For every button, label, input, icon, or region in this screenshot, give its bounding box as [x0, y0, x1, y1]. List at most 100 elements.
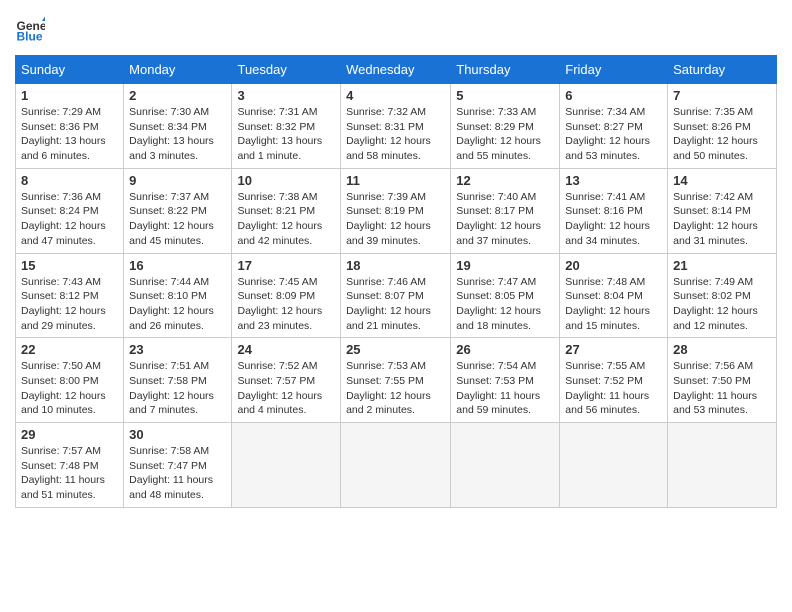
- calendar-week-1: 1 Sunrise: 7:29 AMSunset: 8:36 PMDaylight…: [16, 84, 777, 169]
- day-cell-9: 9 Sunrise: 7:37 AMSunset: 8:22 PMDaylight…: [124, 168, 232, 253]
- logo-icon: General Blue: [15, 15, 45, 45]
- day-info: Sunrise: 7:58 AMSunset: 7:47 PMDaylight:…: [129, 444, 226, 503]
- empty-cell: [232, 423, 341, 508]
- day-info: Sunrise: 7:48 AMSunset: 8:04 PMDaylight:…: [565, 275, 662, 334]
- logo: General Blue: [15, 15, 49, 45]
- day-number: 26: [456, 342, 554, 357]
- day-info: Sunrise: 7:49 AMSunset: 8:02 PMDaylight:…: [673, 275, 771, 334]
- day-info: Sunrise: 7:47 AMSunset: 8:05 PMDaylight:…: [456, 275, 554, 334]
- day-info: Sunrise: 7:46 AMSunset: 8:07 PMDaylight:…: [346, 275, 445, 334]
- day-number: 29: [21, 427, 118, 442]
- page: General Blue Sunday Monday Tuesday Wedne…: [0, 0, 792, 612]
- day-info: Sunrise: 7:34 AMSunset: 8:27 PMDaylight:…: [565, 105, 662, 164]
- day-number: 24: [237, 342, 335, 357]
- col-sunday: Sunday: [16, 56, 124, 84]
- day-number: 9: [129, 173, 226, 188]
- day-number: 3: [237, 88, 335, 103]
- empty-cell: [560, 423, 668, 508]
- empty-cell: [341, 423, 451, 508]
- calendar-week-3: 15 Sunrise: 7:43 AMSunset: 8:12 PMDayligh…: [16, 253, 777, 338]
- col-monday: Monday: [124, 56, 232, 84]
- day-cell-3: 3 Sunrise: 7:31 AMSunset: 8:32 PMDaylight…: [232, 84, 341, 169]
- day-number: 5: [456, 88, 554, 103]
- day-info: Sunrise: 7:56 AMSunset: 7:50 PMDaylight:…: [673, 359, 771, 418]
- day-number: 15: [21, 258, 118, 273]
- day-cell-25: 25 Sunrise: 7:53 AMSunset: 7:55 PMDayligh…: [341, 338, 451, 423]
- day-number: 11: [346, 173, 445, 188]
- day-cell-12: 12 Sunrise: 7:40 AMSunset: 8:17 PMDayligh…: [451, 168, 560, 253]
- day-cell-24: 24 Sunrise: 7:52 AMSunset: 7:57 PMDayligh…: [232, 338, 341, 423]
- day-info: Sunrise: 7:42 AMSunset: 8:14 PMDaylight:…: [673, 190, 771, 249]
- day-cell-11: 11 Sunrise: 7:39 AMSunset: 8:19 PMDayligh…: [341, 168, 451, 253]
- day-info: Sunrise: 7:40 AMSunset: 8:17 PMDaylight:…: [456, 190, 554, 249]
- day-number: 21: [673, 258, 771, 273]
- day-number: 1: [21, 88, 118, 103]
- day-cell-14: 14 Sunrise: 7:42 AMSunset: 8:14 PMDayligh…: [668, 168, 777, 253]
- day-number: 13: [565, 173, 662, 188]
- day-cell-20: 20 Sunrise: 7:48 AMSunset: 8:04 PMDayligh…: [560, 253, 668, 338]
- day-info: Sunrise: 7:50 AMSunset: 8:00 PMDaylight:…: [21, 359, 118, 418]
- header: General Blue: [15, 15, 777, 45]
- day-info: Sunrise: 7:57 AMSunset: 7:48 PMDaylight:…: [21, 444, 118, 503]
- day-number: 19: [456, 258, 554, 273]
- day-info: Sunrise: 7:32 AMSunset: 8:31 PMDaylight:…: [346, 105, 445, 164]
- day-number: 20: [565, 258, 662, 273]
- day-number: 18: [346, 258, 445, 273]
- day-info: Sunrise: 7:39 AMSunset: 8:19 PMDaylight:…: [346, 190, 445, 249]
- day-cell-15: 15 Sunrise: 7:43 AMSunset: 8:12 PMDayligh…: [16, 253, 124, 338]
- day-info: Sunrise: 7:30 AMSunset: 8:34 PMDaylight:…: [129, 105, 226, 164]
- day-cell-13: 13Sunrise: 7:41 AMSunset: 8:16 PMDayligh…: [560, 168, 668, 253]
- calendar: Sunday Monday Tuesday Wednesday Thursday…: [15, 55, 777, 508]
- day-number: 7: [673, 88, 771, 103]
- day-info: Sunrise: 7:54 AMSunset: 7:53 PMDaylight:…: [456, 359, 554, 418]
- day-cell-19: 19 Sunrise: 7:47 AMSunset: 8:05 PMDayligh…: [451, 253, 560, 338]
- day-info: Sunrise: 7:44 AMSunset: 8:10 PMDaylight:…: [129, 275, 226, 334]
- day-cell-2: 2Sunrise: 7:30 AMSunset: 8:34 PMDaylight…: [124, 84, 232, 169]
- empty-cell: [451, 423, 560, 508]
- calendar-week-2: 8Sunrise: 7:36 AMSunset: 8:24 PMDaylight…: [16, 168, 777, 253]
- day-cell-28: 28 Sunrise: 7:56 AMSunset: 7:50 PMDayligh…: [668, 338, 777, 423]
- day-cell-21: 21 Sunrise: 7:49 AMSunset: 8:02 PMDayligh…: [668, 253, 777, 338]
- col-wednesday: Wednesday: [341, 56, 451, 84]
- day-info: Sunrise: 7:43 AMSunset: 8:12 PMDaylight:…: [21, 275, 118, 334]
- col-tuesday: Tuesday: [232, 56, 341, 84]
- day-cell-29: 29 Sunrise: 7:57 AMSunset: 7:48 PMDayligh…: [16, 423, 124, 508]
- col-friday: Friday: [560, 56, 668, 84]
- day-number: 17: [237, 258, 335, 273]
- svg-text:Blue: Blue: [17, 30, 43, 44]
- day-cell-22: 22 Sunrise: 7:50 AMSunset: 8:00 PMDayligh…: [16, 338, 124, 423]
- day-info: Sunrise: 7:37 AMSunset: 8:22 PMDaylight:…: [129, 190, 226, 249]
- day-info: Sunrise: 7:31 AMSunset: 8:32 PMDaylight:…: [237, 105, 335, 164]
- day-number: 25: [346, 342, 445, 357]
- day-number: 23: [129, 342, 226, 357]
- calendar-header-row: Sunday Monday Tuesday Wednesday Thursday…: [16, 56, 777, 84]
- day-info: Sunrise: 7:51 AMSunset: 7:58 PMDaylight:…: [129, 359, 226, 418]
- day-cell-23: 23 Sunrise: 7:51 AMSunset: 7:58 PMDayligh…: [124, 338, 232, 423]
- day-cell-27: 27Sunrise: 7:55 AMSunset: 7:52 PMDayligh…: [560, 338, 668, 423]
- day-cell-1: 1 Sunrise: 7:29 AMSunset: 8:36 PMDaylight…: [16, 84, 124, 169]
- day-info: Sunrise: 7:36 AMSunset: 8:24 PMDaylight:…: [21, 190, 118, 249]
- day-info: Sunrise: 7:53 AMSunset: 7:55 PMDaylight:…: [346, 359, 445, 418]
- day-cell-7: 7Sunrise: 7:35 AMSunset: 8:26 PMDaylight…: [668, 84, 777, 169]
- empty-cell: [668, 423, 777, 508]
- day-number: 30: [129, 427, 226, 442]
- col-thursday: Thursday: [451, 56, 560, 84]
- day-cell-16: 16Sunrise: 7:44 AMSunset: 8:10 PMDayligh…: [124, 253, 232, 338]
- day-number: 14: [673, 173, 771, 188]
- day-cell-8: 8Sunrise: 7:36 AMSunset: 8:24 PMDaylight…: [16, 168, 124, 253]
- calendar-week-5: 29 Sunrise: 7:57 AMSunset: 7:48 PMDayligh…: [16, 423, 777, 508]
- calendar-week-4: 22 Sunrise: 7:50 AMSunset: 8:00 PMDayligh…: [16, 338, 777, 423]
- day-info: Sunrise: 7:29 AMSunset: 8:36 PMDaylight:…: [21, 105, 118, 164]
- day-number: 28: [673, 342, 771, 357]
- day-info: Sunrise: 7:52 AMSunset: 7:57 PMDaylight:…: [237, 359, 335, 418]
- day-number: 22: [21, 342, 118, 357]
- day-number: 6: [565, 88, 662, 103]
- day-cell-17: 17 Sunrise: 7:45 AMSunset: 8:09 PMDayligh…: [232, 253, 341, 338]
- day-number: 12: [456, 173, 554, 188]
- day-info: Sunrise: 7:38 AMSunset: 8:21 PMDaylight:…: [237, 190, 335, 249]
- day-cell-30: 30 Sunrise: 7:58 AMSunset: 7:47 PMDayligh…: [124, 423, 232, 508]
- day-cell-5: 5Sunrise: 7:33 AMSunset: 8:29 PMDaylight…: [451, 84, 560, 169]
- col-saturday: Saturday: [668, 56, 777, 84]
- day-info: Sunrise: 7:45 AMSunset: 8:09 PMDaylight:…: [237, 275, 335, 334]
- day-cell-4: 4Sunrise: 7:32 AMSunset: 8:31 PMDaylight…: [341, 84, 451, 169]
